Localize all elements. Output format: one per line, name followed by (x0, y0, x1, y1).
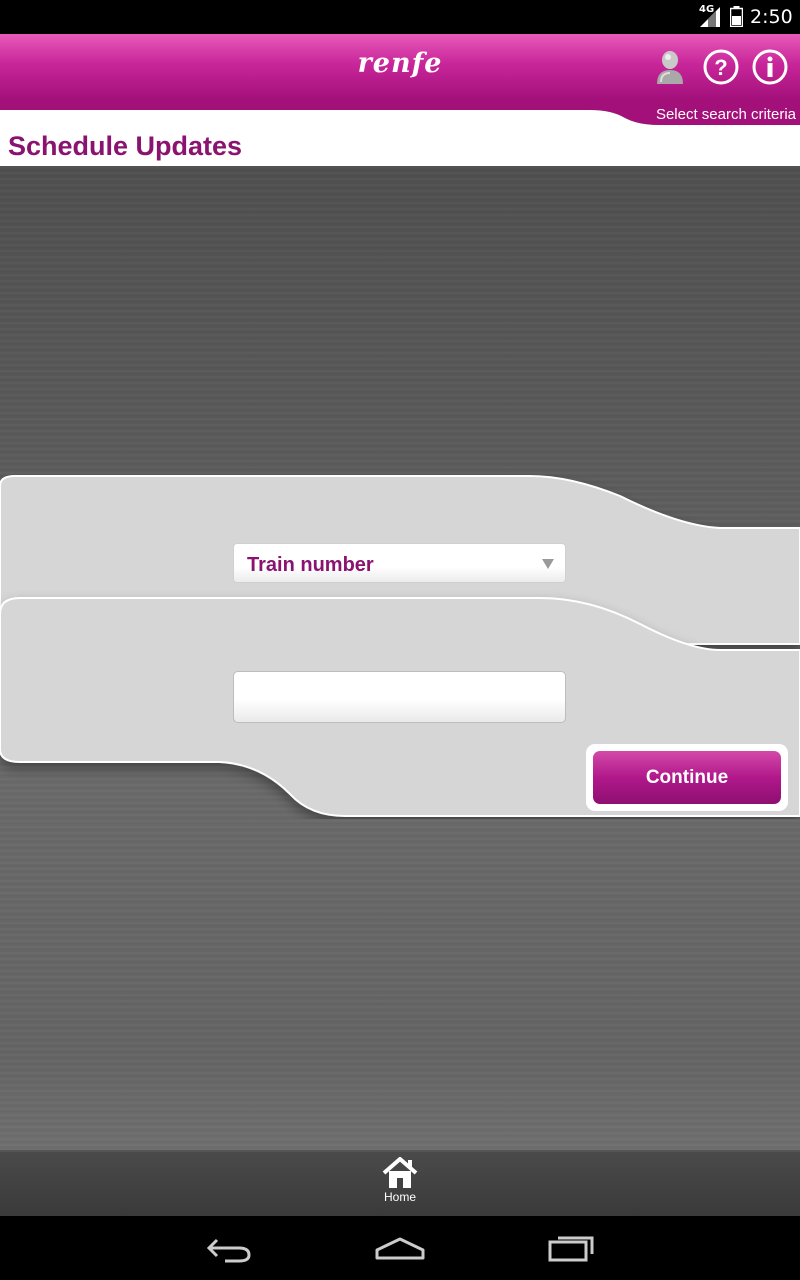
home-button[interactable]: Home (378, 1156, 422, 1214)
criteria-bar: Select search criteria (0, 100, 800, 166)
user-icon[interactable] (651, 48, 689, 86)
home-nav-icon[interactable] (374, 1232, 426, 1264)
search-criteria-select[interactable]: Train number (233, 543, 566, 583)
system-nav (0, 1216, 800, 1280)
network-type: 4G (699, 4, 715, 15)
dropdown-arrow-icon (542, 559, 554, 569)
status-bar: 4G 2:50 (0, 0, 800, 34)
svg-text:?: ? (714, 55, 727, 80)
select-value: Train number (247, 554, 374, 576)
home-icon (382, 1157, 418, 1188)
status-clock: 2:50 (750, 6, 793, 28)
recent-apps-icon[interactable] (546, 1232, 596, 1264)
page-title: Schedule Updates (8, 131, 243, 161)
battery-icon (730, 6, 743, 27)
help-icon[interactable]: ? (702, 48, 740, 86)
continue-button[interactable]: Continue (593, 751, 781, 804)
criteria-label: Select search criteria (655, 106, 796, 123)
app-header: renfe ? (0, 34, 800, 100)
train-number-input[interactable] (233, 671, 566, 723)
info-icon[interactable] (751, 48, 789, 86)
back-icon[interactable] (205, 1232, 253, 1264)
home-label: Home (383, 1190, 416, 1204)
bottom-nav: Home (0, 1150, 800, 1216)
